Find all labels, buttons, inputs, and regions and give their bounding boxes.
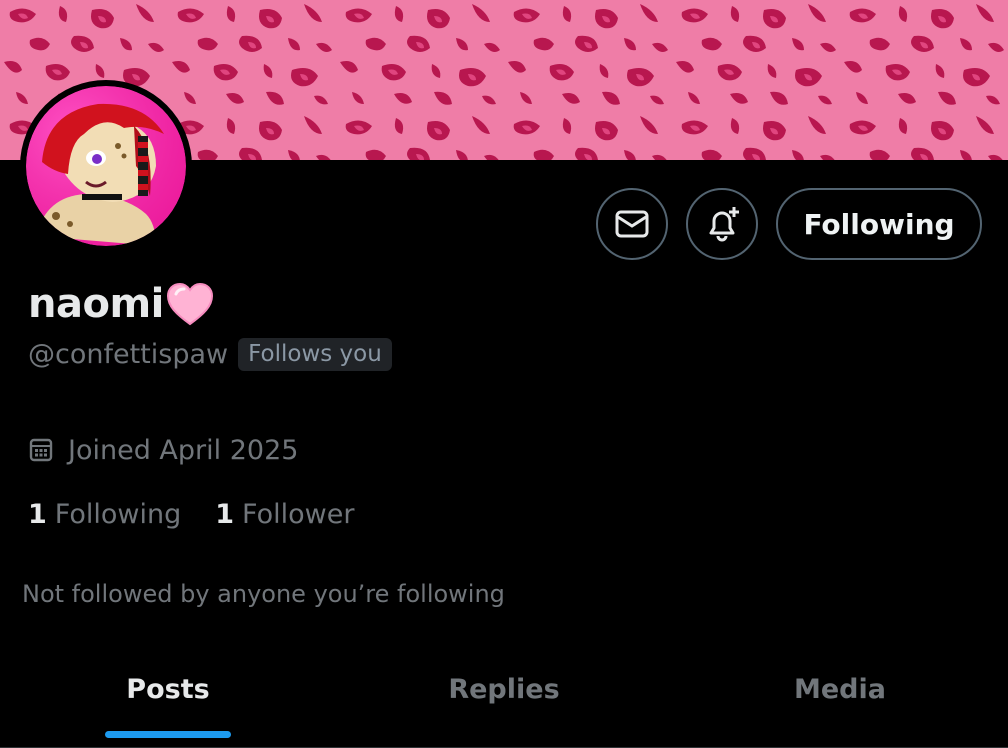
following-button[interactable]: Following xyxy=(776,188,982,260)
message-button[interactable] xyxy=(596,188,668,260)
display-name-row: naomi xyxy=(28,276,214,332)
joined-date: Joined April 2025 xyxy=(68,434,299,466)
profile-tabs: Posts Replies Media xyxy=(0,650,1008,748)
tab-posts[interactable]: Posts xyxy=(0,650,336,728)
avatar-artwork xyxy=(26,86,186,246)
following-count: 1 xyxy=(28,498,47,530)
joined-row: Joined April 2025 xyxy=(28,430,298,470)
follows-you-badge: Follows you xyxy=(238,337,392,371)
follow-stats: 1 Following 1 Follower xyxy=(28,494,354,534)
following-stat[interactable]: 1 Following xyxy=(28,499,181,530)
envelope-icon xyxy=(615,210,649,238)
calendar-icon xyxy=(29,438,53,462)
notifications-button[interactable] xyxy=(686,188,758,260)
active-tab-indicator xyxy=(105,731,231,738)
user-handle: @confettispaw xyxy=(28,338,229,370)
handle-row: @confettispaw Follows you xyxy=(28,334,392,374)
tab-media[interactable]: Media xyxy=(672,650,1008,728)
mutual-followers-note: Not followed by anyone you’re following xyxy=(22,580,505,608)
followers-count: 1 xyxy=(215,498,235,530)
pink-heart-icon xyxy=(166,282,213,326)
followers-stat[interactable]: 1 Follower xyxy=(215,499,354,530)
following-label: Following xyxy=(54,498,182,530)
display-name: naomi xyxy=(28,281,164,327)
bell-plus-icon xyxy=(709,207,739,242)
profile-avatar[interactable] xyxy=(20,80,192,252)
tab-replies[interactable]: Replies xyxy=(336,650,672,728)
followers-label: Follower xyxy=(242,498,355,530)
